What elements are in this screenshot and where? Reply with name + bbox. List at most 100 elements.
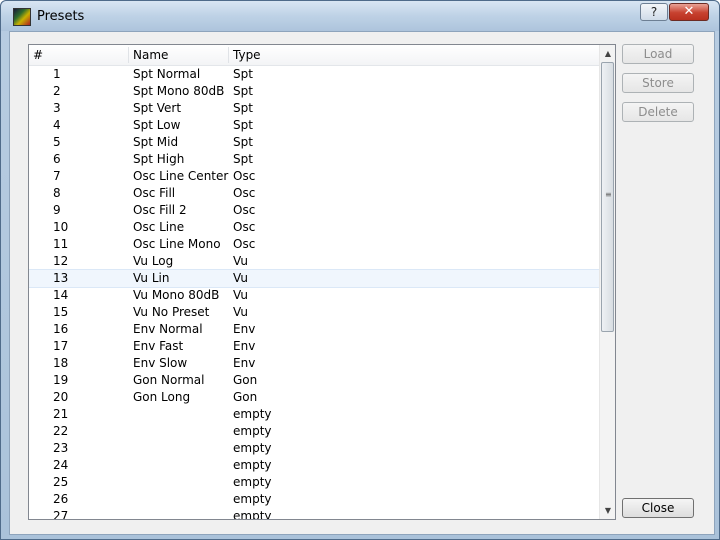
row-name: Osc Line Center: [133, 169, 229, 183]
row-number: 10: [53, 220, 69, 234]
row-type: empty: [233, 424, 272, 438]
column-header-type[interactable]: Type: [233, 48, 261, 62]
title-bar[interactable]: Presets ? ✕: [1, 1, 719, 31]
list-item[interactable]: 1 Spt Normal Spt: [29, 66, 599, 83]
list-item[interactable]: 10 Osc Line Osc: [29, 219, 599, 236]
list-item[interactable]: 25 empty: [29, 474, 599, 491]
list-item[interactable]: 9 Osc Fill 2 Osc: [29, 202, 599, 219]
row-name: Spt Normal: [133, 67, 201, 81]
list-item[interactable]: 21 empty: [29, 406, 599, 423]
scroll-grip-icon: ≡: [605, 190, 612, 199]
row-name: Env Fast: [133, 339, 184, 353]
row-type: Vu: [233, 288, 248, 302]
row-type: Spt: [233, 135, 253, 149]
row-number: 25: [53, 475, 69, 489]
delete-button[interactable]: Delete: [622, 102, 694, 122]
row-number: 2: [53, 84, 61, 98]
list-item[interactable]: 4 Spt Low Spt: [29, 117, 599, 134]
row-name: Osc Line: [133, 220, 185, 234]
row-type: Spt: [233, 118, 253, 132]
vertical-scrollbar[interactable]: ▲ ≡ ▼: [599, 45, 615, 519]
list-item[interactable]: 27 empty: [29, 508, 599, 520]
row-number: 5: [53, 135, 61, 149]
presets-window: Presets ? ✕ # Name Type 1 Spt Normal Spt 2 S…: [0, 0, 720, 540]
row-type: Vu: [233, 271, 248, 285]
column-header-number[interactable]: #: [33, 48, 43, 62]
dialog-body: # Name Type 1 Spt Normal Spt 2 Spt Mono 80dB…: [9, 31, 715, 535]
row-number: 13: [53, 271, 69, 285]
row-name: Env Normal: [133, 322, 203, 336]
row-type: Osc: [233, 169, 256, 183]
row-name: Spt Vert: [133, 101, 182, 115]
scroll-down-arrow-icon[interactable]: ▼: [600, 502, 615, 519]
row-type: empty: [233, 407, 272, 421]
list-item[interactable]: 17 Env Fast Env: [29, 338, 599, 355]
row-number: 1: [53, 67, 61, 81]
load-button[interactable]: Load: [622, 44, 694, 64]
row-number: 8: [53, 186, 61, 200]
row-type: empty: [233, 441, 272, 455]
help-button[interactable]: ?: [640, 3, 668, 21]
row-number: 23: [53, 441, 69, 455]
list-item[interactable]: 26 empty: [29, 491, 599, 508]
row-number: 7: [53, 169, 61, 183]
list-item[interactable]: 19 Gon Normal Gon: [29, 372, 599, 389]
list-item[interactable]: 22 empty: [29, 423, 599, 440]
list-item[interactable]: 23 empty: [29, 440, 599, 457]
list-item[interactable]: 15 Vu No Preset Vu: [29, 304, 599, 321]
list-item[interactable]: 5 Spt Mid Spt: [29, 134, 599, 151]
list-item[interactable]: 14 Vu Mono 80dB Vu: [29, 287, 599, 304]
row-number: 19: [53, 373, 69, 387]
row-type: Gon: [233, 390, 258, 404]
row-number: 18: [53, 356, 69, 370]
row-name: Gon Long: [133, 390, 191, 404]
row-type: Vu: [233, 254, 248, 268]
list-item[interactable]: 24 empty: [29, 457, 599, 474]
column-separator[interactable]: [128, 47, 129, 63]
row-name: Vu Lin: [133, 271, 170, 285]
close-button[interactable]: Close: [622, 498, 694, 518]
app-icon: [13, 8, 31, 26]
row-number: 14: [53, 288, 69, 302]
store-button[interactable]: Store: [622, 73, 694, 93]
row-number: 12: [53, 254, 69, 268]
row-type: empty: [233, 458, 272, 472]
column-separator[interactable]: [228, 47, 229, 63]
row-number: 20: [53, 390, 69, 404]
row-type: Gon: [233, 373, 258, 387]
row-type: Osc: [233, 220, 256, 234]
presets-list[interactable]: # Name Type 1 Spt Normal Spt 2 Spt Mono 80dB…: [28, 44, 616, 520]
row-number: 17: [53, 339, 69, 353]
row-number: 4: [53, 118, 61, 132]
row-number: 6: [53, 152, 61, 166]
row-number: 21: [53, 407, 69, 421]
list-item[interactable]: 7 Osc Line Center Osc: [29, 168, 599, 185]
list-item[interactable]: 11 Osc Line Mono Osc: [29, 236, 599, 253]
row-name: Osc Fill: [133, 186, 176, 200]
list-item[interactable]: 16 Env Normal Env: [29, 321, 599, 338]
row-name: Env Slow: [133, 356, 188, 370]
window-close-button[interactable]: ✕: [669, 3, 709, 21]
list-item[interactable]: 2 Spt Mono 80dB Spt: [29, 83, 599, 100]
scroll-thumb[interactable]: ≡: [601, 62, 614, 332]
row-type: Env: [233, 322, 256, 336]
row-name: Osc Line Mono: [133, 237, 221, 251]
list-item[interactable]: 20 Gon Long Gon: [29, 389, 599, 406]
row-type: empty: [233, 492, 272, 506]
list-item[interactable]: 12 Vu Log Vu: [29, 253, 599, 270]
column-header-name[interactable]: Name: [133, 48, 168, 62]
row-number: 27: [53, 509, 69, 520]
window-title: Presets: [37, 9, 85, 24]
row-number: 9: [53, 203, 61, 217]
row-type: Osc: [233, 237, 256, 251]
row-type: Osc: [233, 186, 256, 200]
list-header: # Name Type: [29, 45, 599, 66]
list-item[interactable]: 8 Osc Fill Osc: [29, 185, 599, 202]
row-number: 11: [53, 237, 69, 251]
list-item[interactable]: 6 Spt High Spt: [29, 151, 599, 168]
list-item[interactable]: 18 Env Slow Env: [29, 355, 599, 372]
row-type: Osc: [233, 203, 256, 217]
list-item[interactable]: 3 Spt Vert Spt: [29, 100, 599, 117]
list-item[interactable]: 13 Vu Lin Vu: [29, 269, 599, 288]
scroll-up-arrow-icon[interactable]: ▲: [600, 45, 615, 62]
